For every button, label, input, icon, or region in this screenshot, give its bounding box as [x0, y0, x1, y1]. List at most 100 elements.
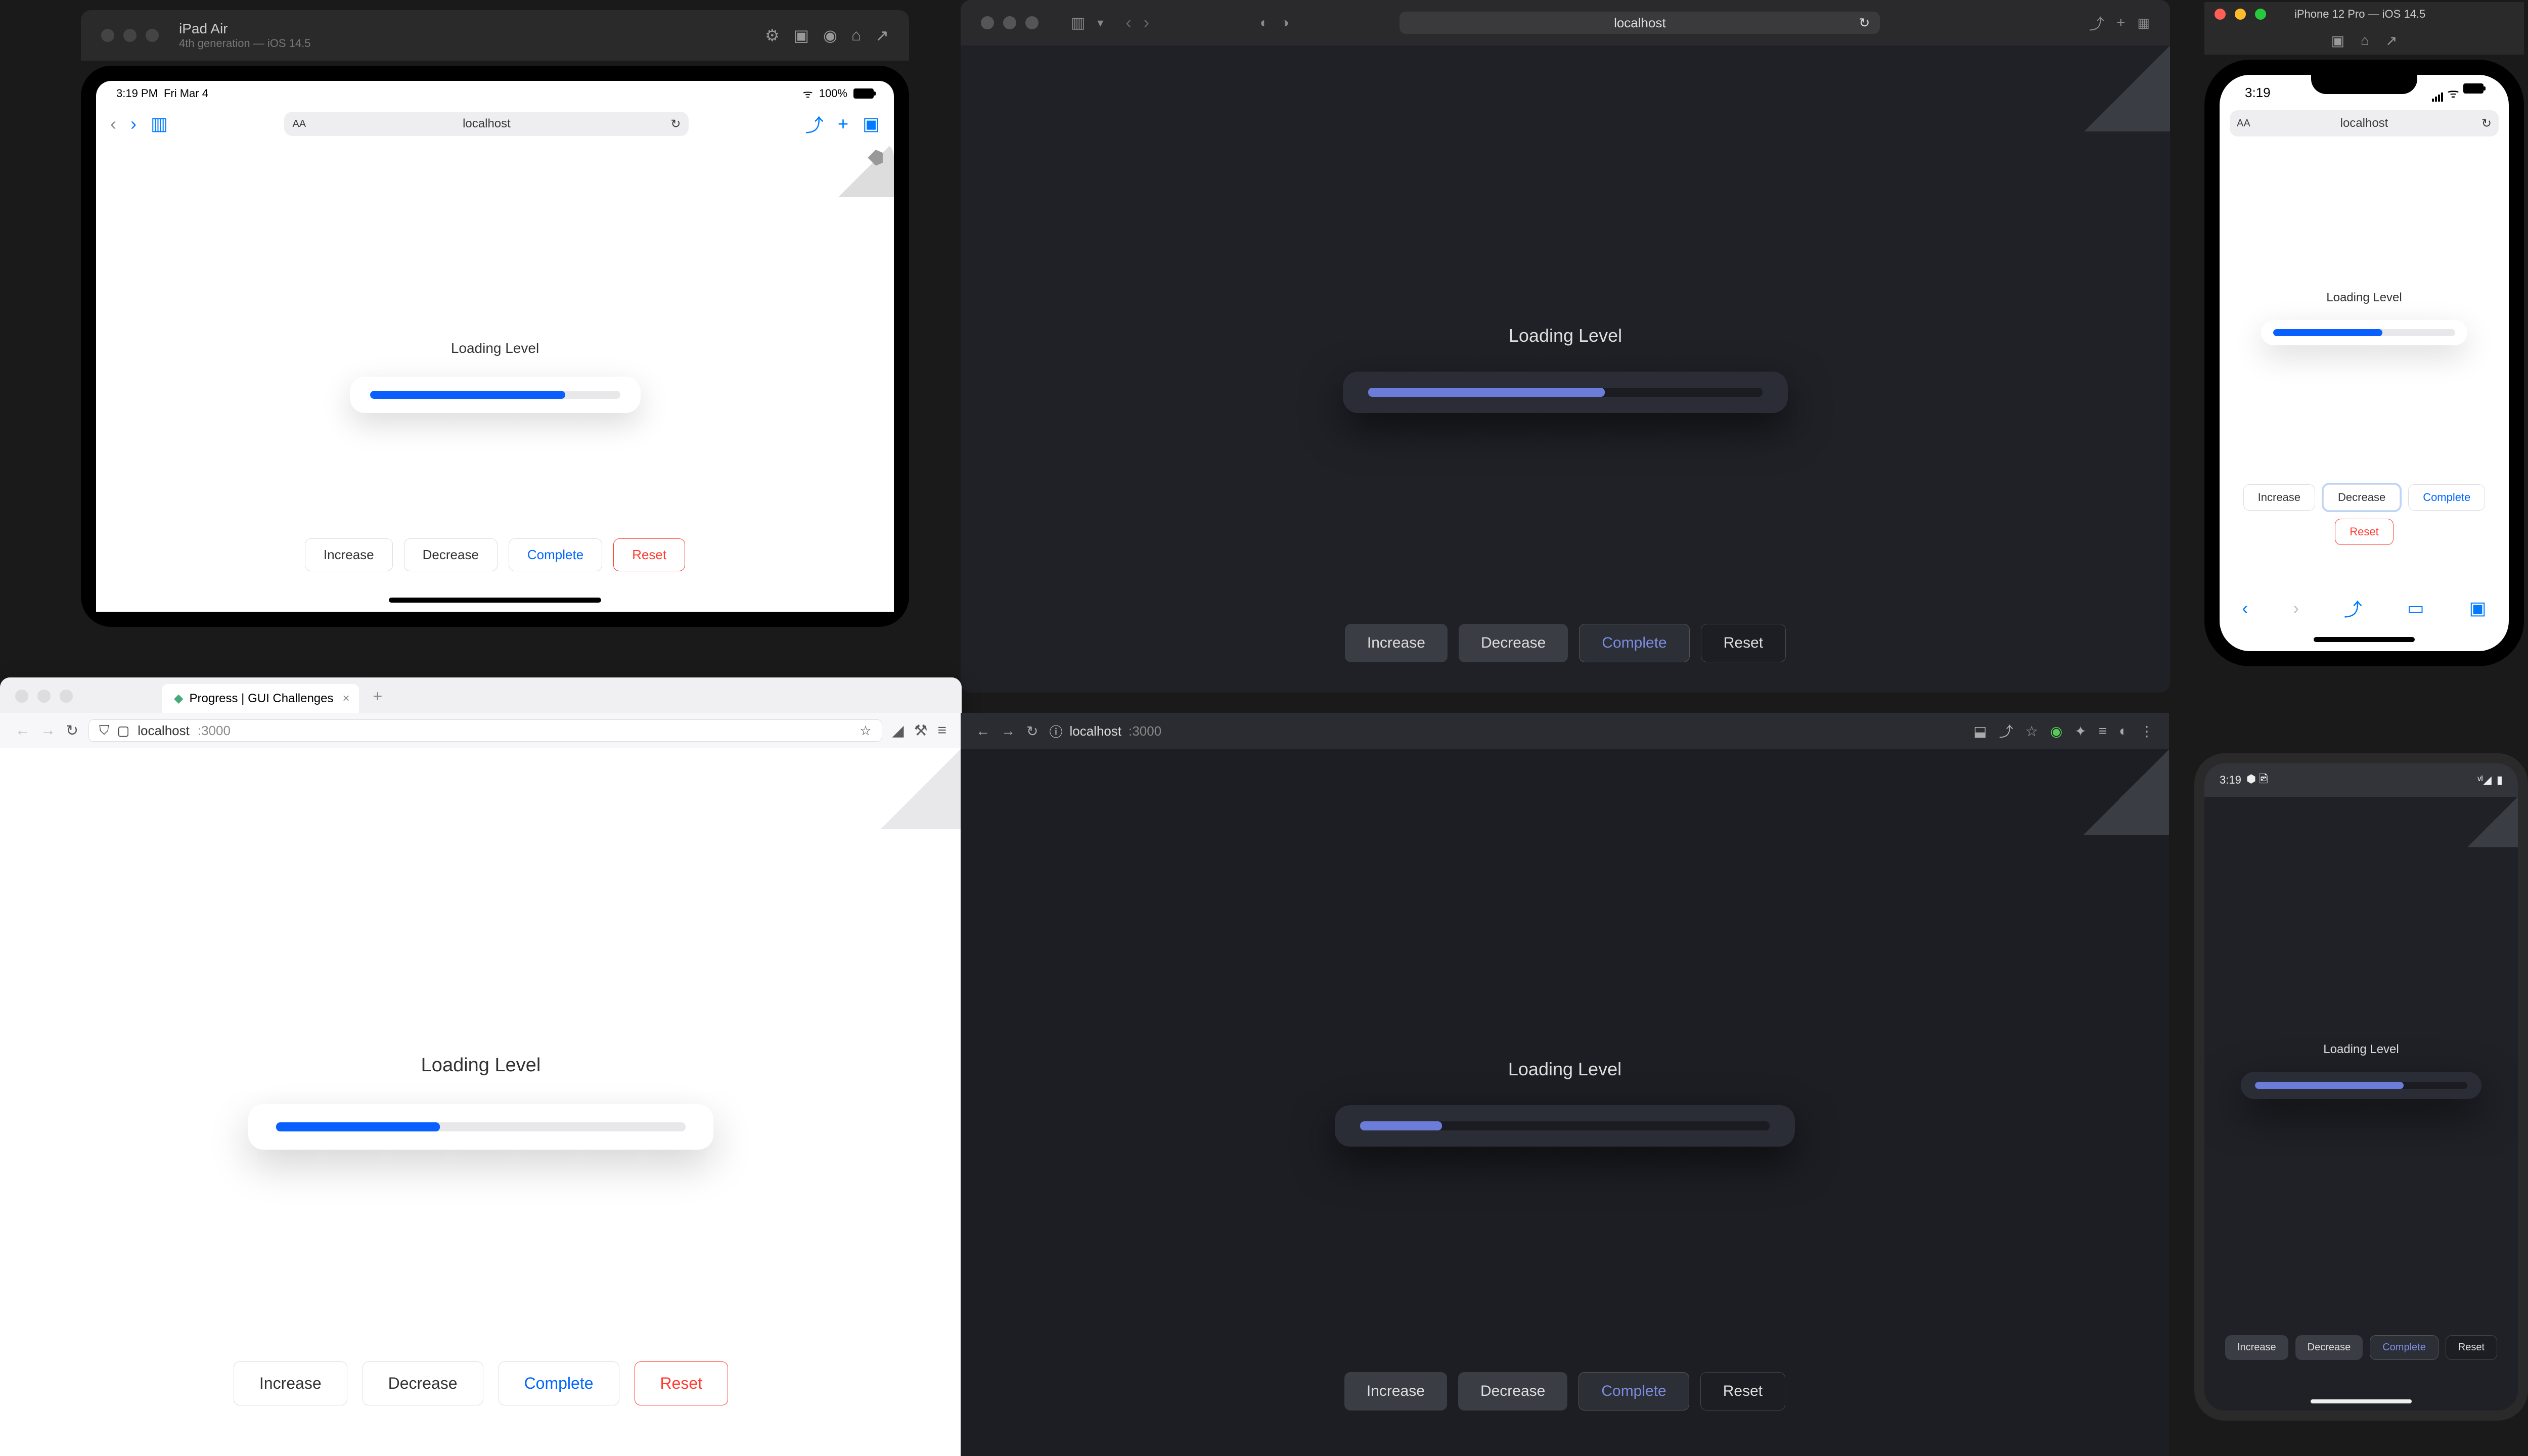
- devtools-corner-icon[interactable]: [838, 142, 894, 197]
- minimize-button[interactable]: [123, 29, 137, 42]
- info-icon[interactable]: ⓘ: [1049, 722, 1062, 741]
- reset-button[interactable]: Reset: [1701, 624, 1786, 662]
- devtools-icon[interactable]: ⚒: [914, 722, 928, 740]
- minimize-button[interactable]: [37, 690, 51, 703]
- reset-button[interactable]: Reset: [1700, 1372, 1785, 1410]
- tabs-icon[interactable]: ▦: [2137, 15, 2150, 31]
- back-button[interactable]: ‹: [2242, 598, 2248, 619]
- rotate-icon[interactable]: ↗: [2385, 32, 2397, 49]
- bookmark-star-icon[interactable]: ☆: [860, 723, 871, 739]
- reader-icon[interactable]: AA: [2237, 118, 2250, 129]
- address-bar[interactable]: AA localhost ↻: [284, 112, 689, 136]
- complete-button[interactable]: Complete: [2408, 484, 2485, 511]
- ipad-window-titlebar[interactable]: iPad Air 4th generation — iOS 14.5 ⚙ ▣ ◉…: [81, 10, 909, 61]
- complete-button[interactable]: Complete: [509, 538, 602, 571]
- new-tab-icon[interactable]: +: [2116, 14, 2126, 31]
- maximize-button[interactable]: [60, 690, 73, 703]
- tabs-icon[interactable]: ▣: [2469, 598, 2487, 619]
- complete-button[interactable]: Complete: [1579, 624, 1689, 662]
- increase-button[interactable]: Increase: [1345, 624, 1448, 662]
- complete-button[interactable]: Complete: [499, 1361, 619, 1405]
- decrease-button[interactable]: Decrease: [404, 538, 498, 571]
- maximize-button[interactable]: [1025, 16, 1039, 29]
- decrease-button[interactable]: Decrease: [1458, 1372, 1567, 1410]
- reload-button[interactable]: ↻: [1026, 723, 1038, 740]
- close-button[interactable]: [2215, 9, 2226, 20]
- home-icon[interactable]: ⌂: [2361, 32, 2369, 49]
- home-indicator[interactable]: [389, 598, 601, 603]
- profile-icon[interactable]: ◐: [2119, 723, 2128, 739]
- reading-list-icon[interactable]: ≡: [2099, 723, 2107, 739]
- address-bar[interactable]: ⓘ localhost:3000: [1049, 722, 1962, 741]
- decrease-button[interactable]: Decrease: [363, 1361, 483, 1405]
- address-bar[interactable]: localhost ↻: [1400, 12, 1880, 34]
- new-tab-icon[interactable]: +: [838, 113, 848, 134]
- shield-icon[interactable]: ◐: [1260, 15, 1269, 31]
- screenshot-icon[interactable]: ▣: [794, 26, 809, 45]
- shield-icon[interactable]: ⛉: [99, 722, 109, 739]
- bookmarks-icon[interactable]: ▭: [2407, 598, 2424, 619]
- minimize-button[interactable]: [1003, 16, 1016, 29]
- settings-icon[interactable]: ⚙: [765, 26, 780, 45]
- back-button[interactable]: ‹: [110, 113, 116, 134]
- increase-button[interactable]: Increase: [1344, 1372, 1447, 1410]
- iphone-window-titlebar[interactable]: iPhone 12 Pro — iOS 14.5: [2204, 2, 2524, 26]
- share-icon[interactable]: ⤴: [2089, 12, 2104, 34]
- menu-icon[interactable]: ⋮: [2140, 723, 2154, 740]
- close-button[interactable]: [15, 690, 28, 703]
- tabs-icon[interactable]: ▣: [863, 113, 880, 134]
- forward-button[interactable]: ›: [1144, 13, 1149, 33]
- extension-icon[interactable]: ◢: [892, 722, 904, 740]
- forward-button[interactable]: ›: [2293, 598, 2299, 619]
- address-bar[interactable]: AA localhost ↻: [2230, 110, 2499, 136]
- forward-button[interactable]: →: [40, 722, 56, 739]
- close-button[interactable]: [101, 29, 114, 42]
- rotate-icon[interactable]: ↗: [875, 26, 889, 45]
- gesture-bar[interactable]: [2311, 1399, 2412, 1403]
- devtools-corner-icon[interactable]: [2083, 749, 2169, 835]
- reset-button[interactable]: Reset: [635, 1361, 729, 1405]
- extensions-icon[interactable]: ✦: [2074, 723, 2086, 740]
- back-button[interactable]: ←: [976, 723, 990, 739]
- decrease-button[interactable]: Decrease: [2295, 1335, 2363, 1360]
- reload-button[interactable]: ↻: [66, 722, 78, 740]
- maximize-button[interactable]: [2255, 9, 2266, 20]
- new-tab-button[interactable]: +: [373, 687, 383, 706]
- install-icon[interactable]: ⬓: [1973, 723, 1987, 740]
- back-button[interactable]: ←: [15, 722, 30, 739]
- browser-tab[interactable]: ◆ Progress | GUI Challenges ×: [162, 684, 359, 713]
- increase-button[interactable]: Increase: [2225, 1335, 2288, 1360]
- close-tab-icon[interactable]: ×: [342, 692, 349, 706]
- decrease-button[interactable]: Decrease: [1459, 624, 1568, 662]
- devtools-corner-icon[interactable]: [2467, 797, 2518, 847]
- lock-icon[interactable]: ▢: [117, 723, 130, 739]
- decrease-button[interactable]: Decrease: [2323, 484, 2400, 511]
- reload-icon[interactable]: ↻: [1859, 15, 1870, 31]
- maximize-button[interactable]: [146, 29, 159, 42]
- complete-button[interactable]: Complete: [1578, 1372, 1689, 1410]
- increase-button[interactable]: Increase: [2243, 484, 2315, 511]
- reset-button[interactable]: Reset: [2446, 1335, 2497, 1360]
- close-button[interactable]: [981, 16, 994, 29]
- share-icon[interactable]: ⤴: [805, 111, 824, 137]
- sidebar-icon[interactable]: ▥: [151, 113, 168, 134]
- record-icon[interactable]: ◉: [823, 26, 837, 45]
- share-icon[interactable]: ⤴: [1999, 721, 2013, 741]
- reload-icon[interactable]: ↻: [2481, 116, 2492, 131]
- sidebar-icon[interactable]: ▥: [1071, 14, 1085, 32]
- menu-icon[interactable]: ≡: [937, 722, 946, 739]
- reset-button[interactable]: Reset: [613, 538, 685, 571]
- increase-button[interactable]: Increase: [305, 538, 393, 571]
- forward-button[interactable]: →: [1001, 723, 1015, 739]
- home-icon[interactable]: ⌂: [851, 26, 861, 45]
- devtools-corner-icon[interactable]: [2084, 46, 2170, 131]
- reload-icon[interactable]: ↻: [670, 117, 681, 131]
- back-button[interactable]: ‹: [1125, 13, 1131, 33]
- share-icon[interactable]: ⤴: [2344, 595, 2362, 621]
- forward-button[interactable]: ›: [130, 113, 137, 134]
- home-indicator[interactable]: [2314, 637, 2415, 642]
- increase-button[interactable]: Increase: [234, 1361, 347, 1405]
- screenshot-icon[interactable]: ▣: [2331, 32, 2344, 49]
- appearance-icon[interactable]: ◑: [1281, 15, 1289, 31]
- reset-button[interactable]: Reset: [2335, 519, 2393, 545]
